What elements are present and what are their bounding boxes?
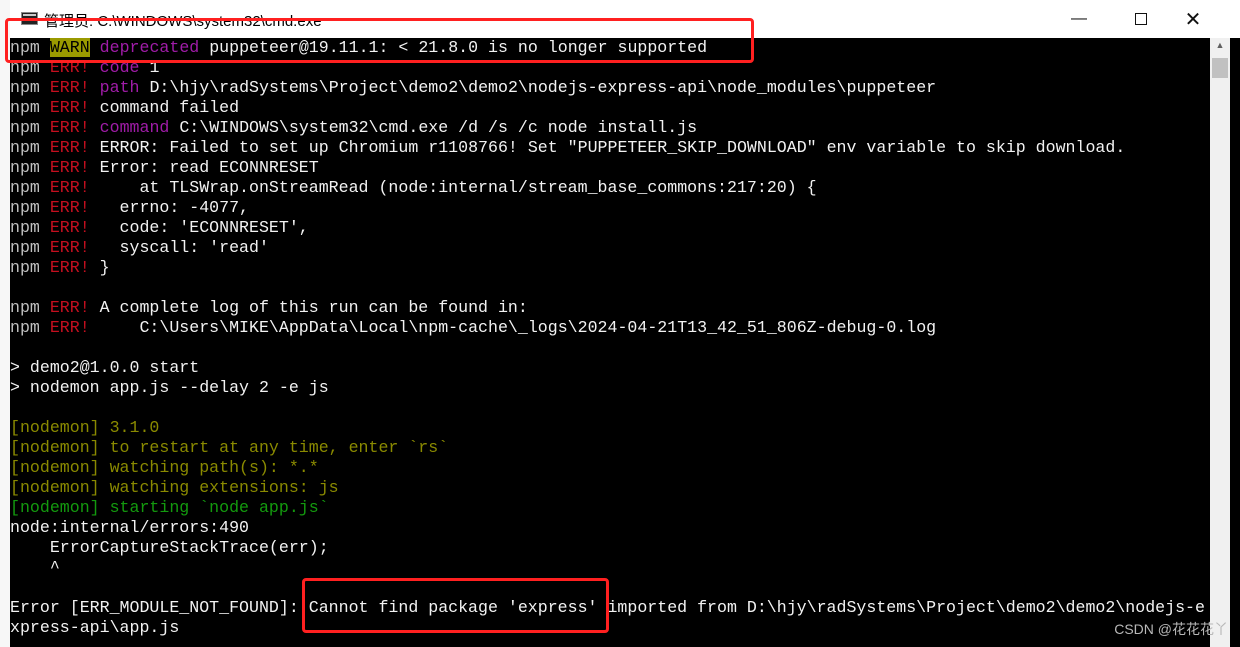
terminal-text: npm bbox=[10, 258, 50, 277]
terminal-text: node:internal/errors:490 bbox=[10, 518, 249, 537]
terminal-text: at TLSWrap.onStreamRead (node:internal/s… bbox=[89, 178, 817, 197]
maximize-icon bbox=[1135, 13, 1147, 25]
terminal-line: xpress-api\app.js bbox=[10, 618, 1210, 638]
minimize-icon: — bbox=[1071, 10, 1087, 27]
terminal-line: npm ERR! command C:\WINDOWS\system32\cmd… bbox=[10, 118, 1210, 138]
terminal-line: npm ERR! errno: -4077, bbox=[10, 198, 1210, 218]
terminal-text: npm bbox=[10, 78, 50, 97]
terminal-line: node:internal/errors:490 bbox=[10, 518, 1210, 538]
terminal-line: [nodemon] 3.1.0 bbox=[10, 418, 1210, 438]
terminal-text: ErrorCaptureStackTrace(err); bbox=[10, 538, 329, 557]
cmd-window: 管理员: C:\WINDOWS\system32\cmd.exe — ✕ npm… bbox=[10, 0, 1240, 647]
terminal-text: [nodemon] to restart at any time, enter … bbox=[10, 438, 449, 457]
close-icon: ✕ bbox=[1184, 8, 1202, 31]
terminal-line: npm ERR! C:\Users\MIKE\AppData\Local\npm… bbox=[10, 318, 1210, 338]
terminal-text: [nodemon] starting `node app.js` bbox=[10, 498, 329, 517]
scroll-up-arrow-icon[interactable]: ▲ bbox=[1210, 40, 1230, 50]
scrollbar-thumb[interactable] bbox=[1212, 58, 1228, 78]
terminal-text: } bbox=[89, 258, 110, 277]
terminal-text: C:\WINDOWS\system32\cmd.exe /d /s /c nod… bbox=[169, 118, 698, 137]
terminal-text: ERR! bbox=[49, 218, 90, 237]
terminal-text: code: 'ECONNRESET', bbox=[89, 218, 309, 237]
terminal-line: ^ bbox=[10, 558, 1210, 578]
terminal-line: npm ERR! A complete log of this run can … bbox=[10, 298, 1210, 318]
terminal-text: path bbox=[99, 78, 140, 97]
maximize-button[interactable] bbox=[1118, 0, 1164, 38]
terminal-line: [nodemon] starting `node app.js` bbox=[10, 498, 1210, 518]
terminal-text: Error: read ECONNRESET bbox=[89, 158, 319, 177]
terminal-text: command failed bbox=[89, 98, 240, 117]
terminal-text: [nodemon] watching path(s): *.* bbox=[10, 458, 319, 477]
terminal-line: > demo2@1.0.0 start bbox=[10, 358, 1210, 378]
terminal-text: C:\Users\MIKE\AppData\Local\npm-cache\_l… bbox=[89, 318, 937, 337]
terminal-text: ERROR: Failed to set up Chromium r110876… bbox=[89, 138, 1126, 157]
vertical-scrollbar[interactable]: ▲ bbox=[1210, 38, 1230, 647]
terminal-line: npm ERR! at TLSWrap.onStreamRead (node:i… bbox=[10, 178, 1210, 198]
terminal-text: [nodemon] 3.1.0 bbox=[10, 418, 160, 437]
terminal-text: ERR! bbox=[49, 158, 90, 177]
terminal-text: [nodemon] watching extensions: js bbox=[10, 478, 339, 497]
terminal-text: ERR! bbox=[49, 78, 90, 97]
terminal-text: D:\hjy\radSystems\Project\demo2\demo2\no… bbox=[139, 78, 937, 97]
terminal-line: npm ERR! syscall: 'read' bbox=[10, 238, 1210, 258]
terminal-line: npm ERR! } bbox=[10, 258, 1210, 278]
terminal-text: ERR! bbox=[49, 318, 90, 337]
terminal-text: syscall: 'read' bbox=[89, 238, 269, 257]
terminal-text: npm bbox=[10, 98, 50, 117]
terminal-line: ErrorCaptureStackTrace(err); bbox=[10, 538, 1210, 558]
terminal-text: ERR! bbox=[49, 118, 90, 137]
terminal-text: A complete log of this run can be found … bbox=[89, 298, 528, 317]
terminal-text: npm bbox=[10, 218, 50, 237]
watermark: CSDN @花花花丫 bbox=[1114, 621, 1228, 637]
close-button[interactable]: ✕ bbox=[1170, 0, 1216, 38]
terminal-text: npm bbox=[10, 198, 50, 217]
terminal-line: Error [ERR_MODULE_NOT_FOUND]: Cannot fin… bbox=[10, 598, 1210, 618]
terminal-text: > demo2@1.0.0 start bbox=[10, 358, 200, 377]
terminal-line: npm ERR! code: 'ECONNRESET', bbox=[10, 218, 1210, 238]
terminal-line: npm ERR! Error: read ECONNRESET bbox=[10, 158, 1210, 178]
terminal-text: ERR! bbox=[49, 258, 90, 277]
terminal-text: ERR! bbox=[49, 98, 90, 117]
terminal-line: > nodemon app.js --delay 2 -e js bbox=[10, 378, 1210, 398]
terminal-line: npm ERR! ERROR: Failed to set up Chromiu… bbox=[10, 138, 1210, 158]
terminal-line: [nodemon] watching extensions: js bbox=[10, 478, 1210, 498]
terminal-text: command bbox=[99, 118, 170, 137]
terminal-text: > nodemon app.js --delay 2 -e js bbox=[10, 378, 329, 397]
terminal-text: npm bbox=[10, 178, 50, 197]
terminal-text: npm bbox=[10, 298, 50, 317]
terminal-line: [nodemon] watching path(s): *.* bbox=[10, 458, 1210, 478]
terminal-text: npm bbox=[10, 118, 50, 137]
terminal-text: npm bbox=[10, 238, 50, 257]
terminal-text: ERR! bbox=[49, 138, 90, 157]
terminal-text: npm bbox=[10, 318, 50, 337]
terminal-line: npm ERR! command failed bbox=[10, 98, 1210, 118]
terminal-text: ^ bbox=[10, 558, 60, 577]
terminal-text: ERR! bbox=[49, 198, 90, 217]
terminal-text: npm bbox=[10, 138, 50, 157]
terminal-text: ERR! bbox=[49, 298, 90, 317]
terminal-line: npm ERR! path D:\hjy\radSystems\Project\… bbox=[10, 78, 1210, 98]
terminal-text: npm bbox=[10, 158, 50, 177]
terminal-text: ERR! bbox=[49, 178, 90, 197]
terminal-text: xpress-api\app.js bbox=[10, 618, 180, 637]
terminal-text: ERR! bbox=[49, 238, 90, 257]
terminal-line: [nodemon] to restart at any time, enter … bbox=[10, 438, 1210, 458]
terminal-text: errno: -4077, bbox=[89, 198, 250, 217]
annotation-box-error bbox=[302, 578, 609, 633]
terminal-output[interactable]: npm WARN deprecated puppeteer@19.11.1: <… bbox=[10, 38, 1210, 647]
minimize-button[interactable]: — bbox=[1056, 0, 1102, 38]
annotation-box-warning bbox=[5, 18, 754, 63]
